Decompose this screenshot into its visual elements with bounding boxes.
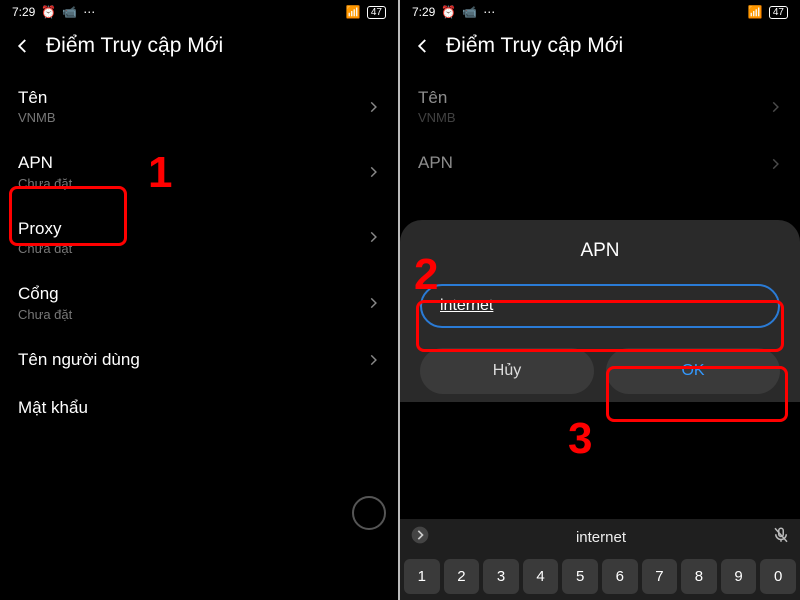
setting-apn[interactable]: APN Chưa đặt [0,139,398,204]
key-0[interactable]: 0 [760,559,796,594]
key-1[interactable]: 1 [404,559,440,594]
label: Tên [18,88,56,108]
setting-password[interactable]: Mật khẩu [0,384,398,432]
label: APN [18,153,72,173]
chevron-right-icon [366,165,380,179]
more-icon: ⋯ [483,5,495,19]
chevron-right-icon [366,230,380,244]
settings-list-bg: Tên VNMB APN [400,74,800,188]
back-icon[interactable] [14,37,32,55]
chevron-right-icon [768,100,782,114]
cancel-button[interactable]: Hủy [420,348,594,394]
setting-name: Tên VNMB [400,74,800,139]
key-7[interactable]: 7 [642,559,678,594]
label: Tên [418,88,456,108]
alarm-icon: ⏰ [441,5,456,19]
value: Chưa đặt [18,176,72,191]
video-icon: 📹 [62,5,77,19]
dialog-title: APN [416,240,784,262]
header: Điểm Truy cập Mới [0,24,398,74]
value: VNMB [418,110,456,125]
header: Điểm Truy cập Mới [400,24,800,74]
chevron-right-icon [768,157,782,171]
key-2[interactable]: 2 [444,559,480,594]
suggestion-text[interactable]: internet [430,529,772,546]
key-4[interactable]: 4 [523,559,559,594]
mic-off-icon[interactable] [772,526,790,548]
key-3[interactable]: 3 [483,559,519,594]
signal-icon: 📶 [748,5,763,19]
alarm-icon: ⏰ [41,5,56,19]
key-6[interactable]: 6 [602,559,638,594]
clock: 7:29 [412,5,435,19]
value: Chưa đặt [18,241,72,256]
signal-icon: 📶 [346,5,361,19]
label: Proxy [18,219,72,239]
settings-list: Tên VNMB APN Chưa đặt Proxy Chưa đặt [0,74,398,432]
battery-icon: 47 [367,6,386,19]
setting-port[interactable]: Cổng Chưa đặt [0,270,398,335]
label: Cổng [18,284,72,304]
apn-input[interactable] [420,284,780,328]
more-icon: ⋯ [83,5,95,19]
label: APN [418,153,453,173]
chevron-right-icon [366,353,380,367]
back-icon[interactable] [414,37,432,55]
number-row: 1 2 3 4 5 6 7 8 9 0 [400,555,800,600]
video-icon: 📹 [462,5,477,19]
setting-proxy[interactable]: Proxy Chưa đặt [0,205,398,270]
chevron-right-icon [366,100,380,114]
suggestion-bar: internet [400,519,800,555]
apn-dialog: APN Hủy OK [400,220,800,402]
value: VNMB [18,110,56,125]
cursor-indicator [352,496,386,530]
keyboard: internet 1 2 3 4 5 6 7 8 9 0 [400,519,800,600]
battery-icon: 47 [769,6,788,19]
clock: 7:29 [12,5,35,19]
label: Mật khẩu [18,398,88,418]
key-5[interactable]: 5 [562,559,598,594]
page-title: Điểm Truy cập Mới [446,34,623,58]
setting-username[interactable]: Tên người dùng [0,336,398,384]
chevron-right-icon [366,296,380,310]
key-8[interactable]: 8 [681,559,717,594]
status-bar: 7:29 ⏰ 📹 ⋯ 📶 47 [400,0,800,24]
setting-name[interactable]: Tên VNMB [0,74,398,139]
chevron-right-icon[interactable] [410,525,430,549]
status-bar: 7:29 ⏰ 📹 ⋯ 📶 47 [0,0,398,24]
setting-apn: APN [400,139,800,187]
screen-2: 7:29 ⏰ 📹 ⋯ 📶 47 Điểm Truy cập Mới Tên VN… [400,0,800,600]
key-9[interactable]: 9 [721,559,757,594]
annotation-3: 3 [568,414,592,464]
page-title: Điểm Truy cập Mới [46,34,223,58]
screen-1: 7:29 ⏰ 📹 ⋯ 📶 47 Điểm Truy cập Mới Tên VN… [0,0,400,600]
label: Tên người dùng [18,350,140,370]
value: Chưa đặt [18,307,72,322]
ok-button[interactable]: OK [606,348,780,394]
